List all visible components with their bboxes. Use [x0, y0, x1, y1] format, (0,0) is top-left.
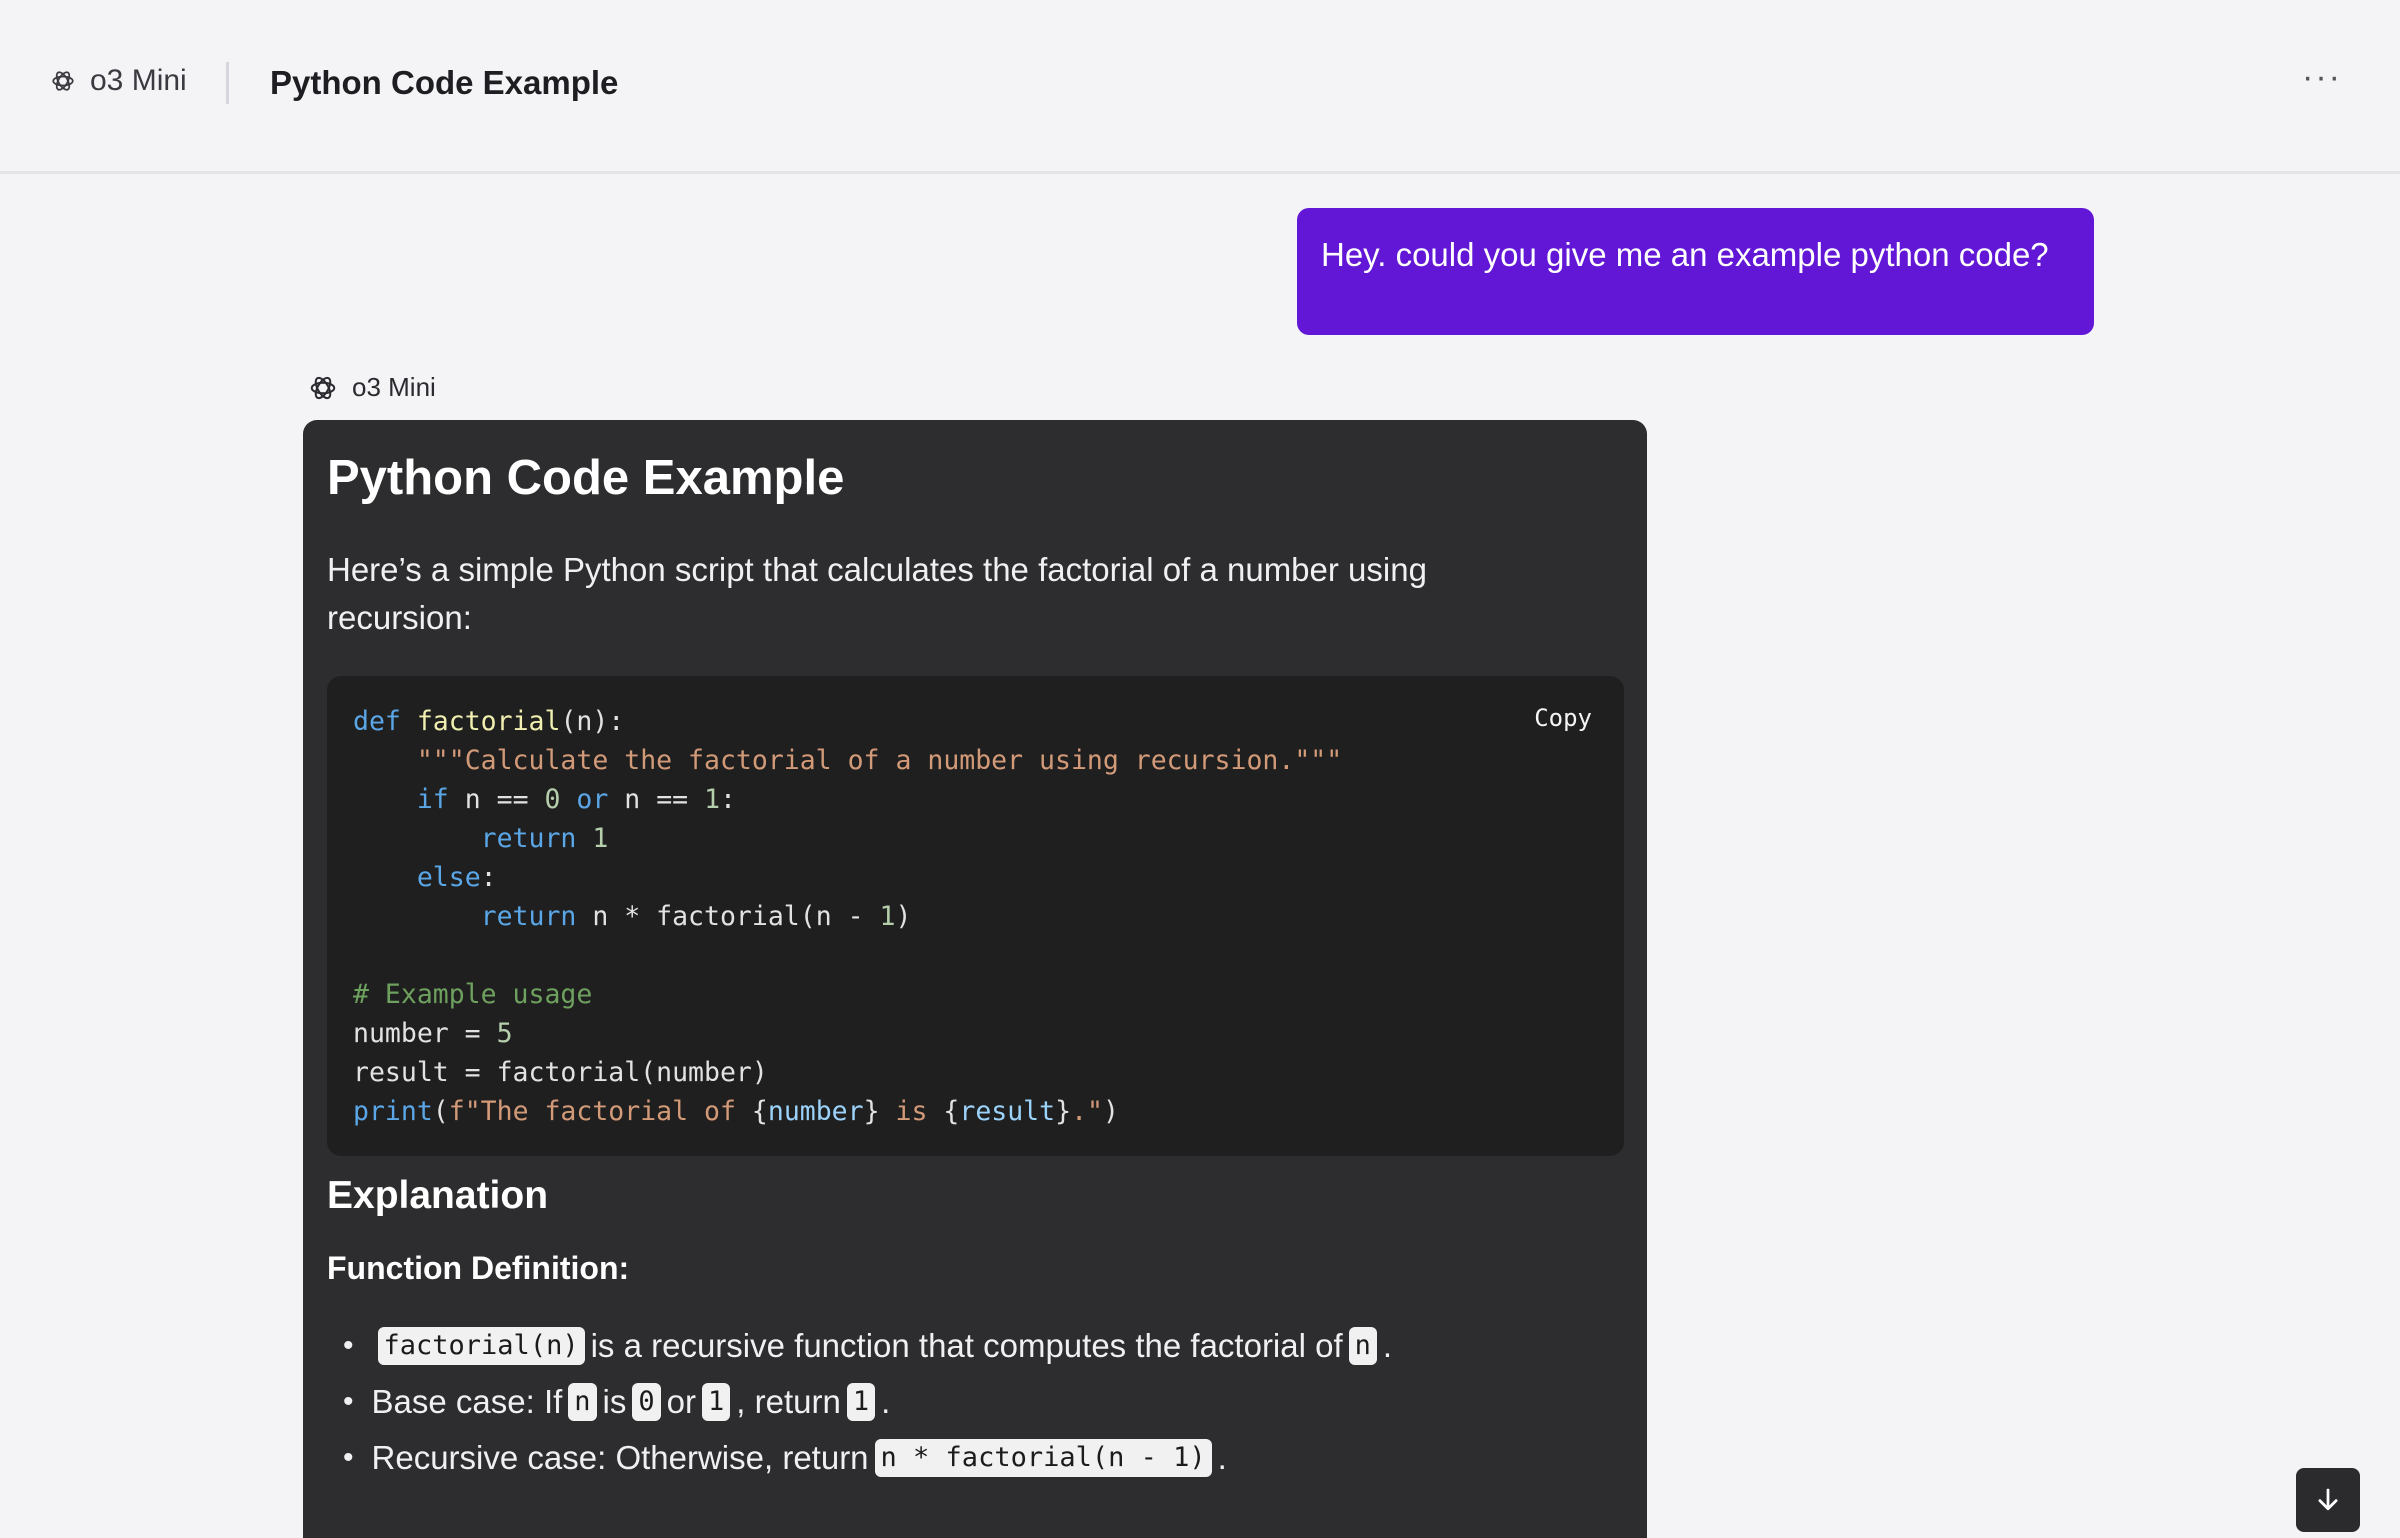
code-token: 0: [544, 784, 561, 815]
answer-heading: Python Code Example: [327, 451, 845, 505]
arrow-down-icon: [2318, 1488, 2338, 1511]
code-token: else: [416, 862, 481, 893]
code-token: ): [895, 901, 912, 932]
list-item: Base case: If n is 0 or 1, return 1.: [343, 1374, 1392, 1430]
inline-code: 1: [846, 1383, 876, 1421]
code-token: 5: [496, 1018, 513, 1049]
copy-code-button[interactable]: Copy: [1534, 704, 1592, 732]
code-token: is: [879, 1096, 944, 1127]
inline-code: n: [568, 1383, 597, 1421]
code-token: :: [720, 784, 736, 815]
top-bar: o3 Mini Python Code Example ···: [0, 0, 2400, 174]
code-token: {: [751, 1096, 768, 1127]
code-token: factorial: [416, 706, 561, 737]
code-token: number =: [353, 1018, 497, 1049]
code-token: n * factorial(n -: [576, 901, 880, 932]
code-token: return: [480, 823, 577, 854]
code-token: n ==: [448, 784, 545, 815]
code-token: n ==: [608, 784, 705, 815]
code-token: result: [959, 1096, 1056, 1127]
code-token: if: [416, 784, 449, 815]
model-selector[interactable]: o3 Mini: [50, 64, 187, 98]
user-message: Hey. could you give me an example python…: [1297, 208, 2094, 335]
list-item: Recursive case: Otherwise, return n * fa…: [343, 1430, 1392, 1486]
list-item-text: or: [666, 1383, 696, 1420]
code-token: 1: [704, 784, 721, 815]
list-item-text: Recursive case: Otherwise, return: [371, 1439, 869, 1476]
openai-logo-icon: [310, 376, 336, 399]
more-dots-icon: ···: [2302, 57, 2342, 96]
list-item: factorial(n) is a recursive function tha…: [343, 1318, 1392, 1374]
code-token: {: [943, 1096, 960, 1127]
code-token: }: [1055, 1096, 1072, 1127]
list-item-text: .: [1382, 1327, 1393, 1364]
code-token: or: [560, 784, 609, 815]
code-token: f"The factorial of: [448, 1096, 752, 1127]
list-item-text: Base case: If: [371, 1383, 563, 1420]
code-content[interactable]: def factorial(n): """Calculate the facto…: [353, 702, 1342, 1131]
code-token: (n):: [560, 706, 625, 737]
code-token: }: [863, 1096, 880, 1127]
explanation-list: factorial(n) is a recursive function tha…: [343, 1318, 1392, 1486]
function-definition-heading: Function Definition:: [327, 1250, 630, 1286]
code-token: """Calculate the factorial of a number u…: [416, 745, 1343, 776]
explanation-heading: Explanation: [327, 1174, 549, 1217]
code-token: result = factorial(number): [353, 1057, 768, 1088]
header-divider: [226, 62, 229, 104]
model-name: o3 Mini: [90, 64, 187, 97]
assistant-message: Python Code Example Here’s a simple Pyth…: [303, 420, 1647, 1538]
list-item-text: .: [881, 1383, 891, 1420]
list-item-text: , return: [736, 1383, 841, 1420]
list-item-text: is: [602, 1383, 627, 1420]
assistant-model-name: o3 Mini: [352, 372, 436, 402]
code-token: (: [432, 1096, 449, 1127]
code-token: ): [1102, 1096, 1119, 1127]
answer-intro: Here’s a simple Python script that calcu…: [327, 551, 1427, 636]
code-token: number: [767, 1096, 864, 1127]
code-token: # Example usage: [353, 979, 593, 1010]
code-token: def: [353, 706, 401, 737]
page-title: Python Code Example: [270, 64, 619, 101]
inline-code: factorial(n): [377, 1327, 585, 1365]
code-block: Copy def factorial(n): """Calculate the …: [327, 676, 1624, 1156]
code-token: :: [480, 862, 497, 893]
assistant-label: o3 Mini: [308, 372, 436, 403]
inline-code: 0: [632, 1383, 661, 1421]
code-token: 1: [592, 823, 609, 854]
openai-logo-icon: [52, 71, 74, 91]
scroll-to-bottom-button[interactable]: [2296, 1468, 2360, 1532]
inline-code: n * factorial(n - 1): [874, 1439, 1212, 1477]
inline-code: 1: [702, 1383, 731, 1421]
list-item-text: is a recursive function that computes th…: [590, 1327, 1343, 1364]
inline-code: n: [1348, 1327, 1377, 1365]
code-token: print: [353, 1096, 433, 1127]
code-token: .": [1071, 1096, 1103, 1127]
code-token: 1: [879, 901, 896, 932]
more-options-button[interactable]: ···: [2278, 36, 2366, 134]
list-item-text: .: [1217, 1439, 1227, 1476]
code-token: return: [480, 901, 577, 932]
